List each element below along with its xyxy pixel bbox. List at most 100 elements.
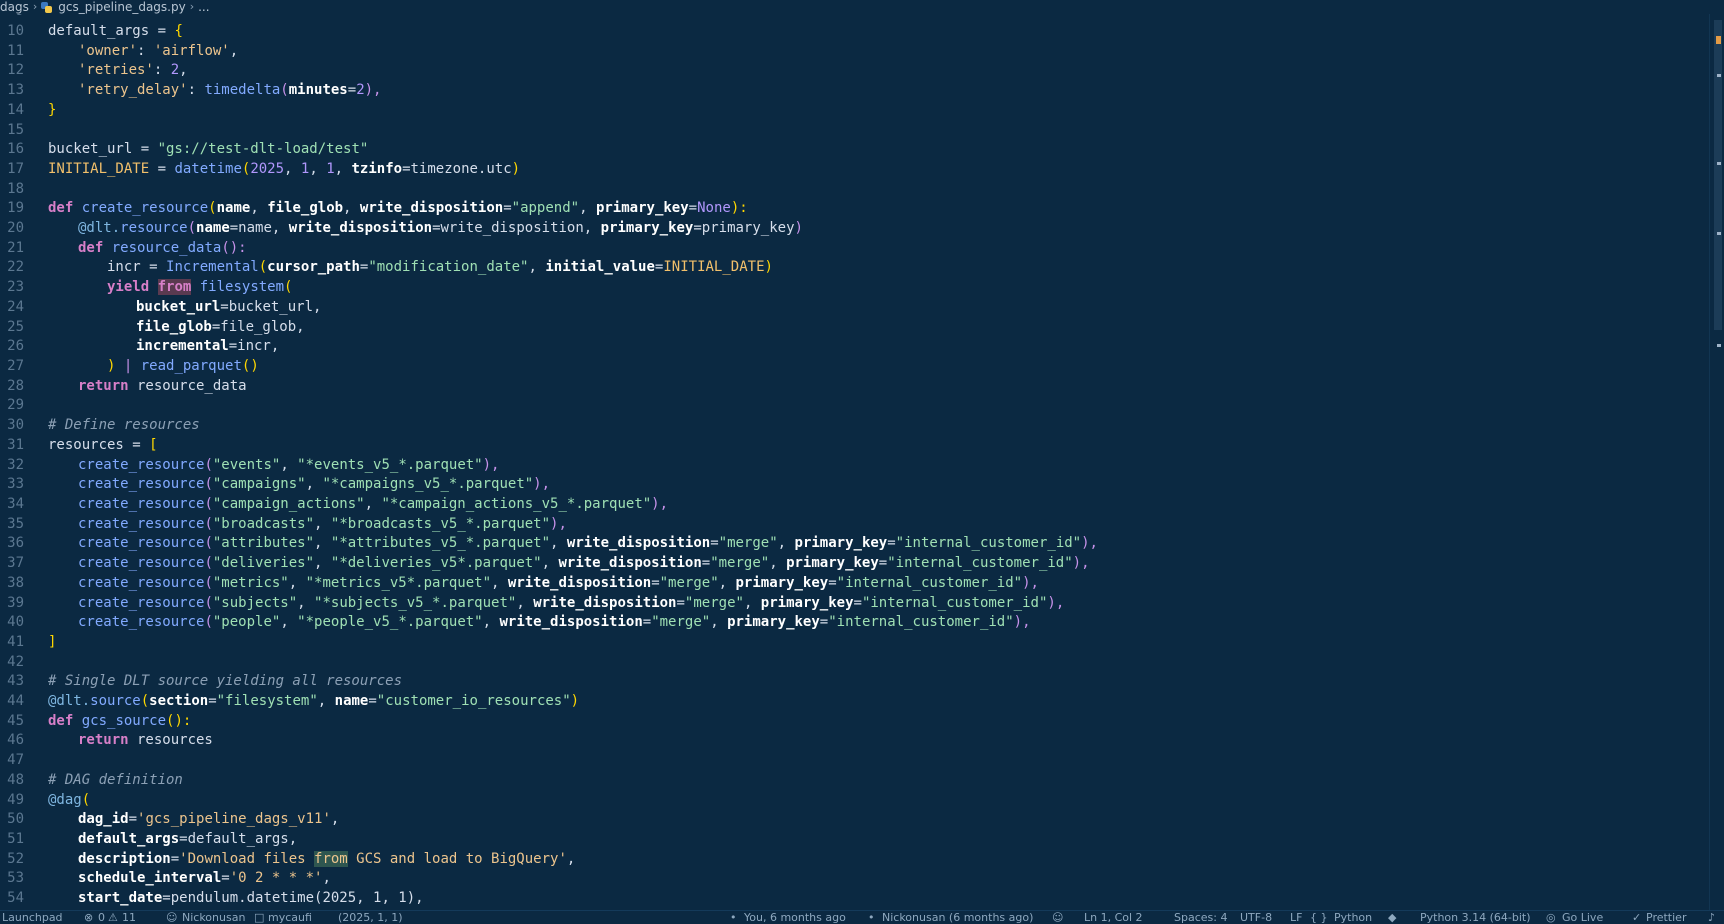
chevron-right-icon: › bbox=[32, 0, 38, 13]
editor-window: dags › gcs_pipeline_dags.py › ... 9 10de… bbox=[0, 0, 1724, 924]
line-ending[interactable]: LF bbox=[1290, 911, 1302, 924]
git-author[interactable]: Nickonusan (6 months ago) bbox=[882, 911, 1033, 924]
line-number: 28 bbox=[7, 378, 24, 394]
python-interpreter[interactable]: Python 3.14 (64-bit) bbox=[1420, 911, 1531, 924]
warnings-count[interactable]: 11 bbox=[122, 911, 136, 924]
line-number: 23 bbox=[7, 279, 24, 295]
breadcrumb-folder[interactable]: dags bbox=[0, 0, 29, 14]
line-number: 45 bbox=[7, 713, 24, 729]
line-number: 38 bbox=[7, 575, 24, 591]
line-number: 44 bbox=[7, 693, 24, 709]
line-number: 42 bbox=[7, 654, 24, 670]
go-live-button[interactable]: Go Live bbox=[1562, 911, 1603, 924]
line-number: 11 bbox=[7, 43, 24, 59]
line-number: 32 bbox=[7, 457, 24, 473]
smiley-icon: ☺ bbox=[1052, 911, 1064, 924]
commit-icon: • bbox=[868, 911, 875, 924]
code-line: 49 @dag( bbox=[0, 791, 1700, 811]
line-number: 49 bbox=[7, 792, 24, 808]
code-line: 19 def create_resource(name, file_glob, w… bbox=[0, 199, 1700, 219]
line-number: 15 bbox=[7, 122, 24, 138]
line-number: 20 bbox=[7, 220, 24, 236]
line-number: 34 bbox=[7, 496, 24, 512]
commit-icon: • bbox=[730, 911, 737, 924]
line-number: 17 bbox=[7, 161, 24, 177]
errors-count[interactable]: 0 bbox=[98, 911, 105, 924]
line-number: 54 bbox=[7, 890, 24, 906]
code-line: 13'retry_delay': timedelta(minutes=2), bbox=[0, 81, 1700, 101]
code-line: 54 start_date=pendulum.datetime(2025, 1, … bbox=[0, 889, 1700, 909]
code-line: 11'owner': 'airflow', bbox=[0, 42, 1700, 62]
vertical-scrollbar[interactable] bbox=[1709, 14, 1724, 910]
code-line: 9 bbox=[0, 14, 1700, 22]
line-number: 31 bbox=[7, 437, 24, 453]
cursor-marker bbox=[1716, 36, 1721, 44]
line-number: 47 bbox=[7, 752, 24, 768]
line-number: 26 bbox=[7, 338, 24, 354]
line-number: 21 bbox=[7, 240, 24, 256]
code-line: 16 bucket_url = "gs://test-dlt-load/test" bbox=[0, 140, 1700, 160]
line-number: 50 bbox=[7, 811, 24, 827]
code-line: 40 create_resource("people", "*people_v5_… bbox=[0, 613, 1700, 633]
code-line: 50 dag_id='gcs_pipeline_dags_v11', bbox=[0, 810, 1700, 830]
code-line: 22 incr = Incremental(cursor_path="modifi… bbox=[0, 258, 1700, 278]
breadcrumb-file[interactable]: gcs_pipeline_dags.py bbox=[58, 0, 185, 14]
breadcrumb-more[interactable]: ... bbox=[198, 0, 209, 14]
line-number: 39 bbox=[7, 595, 24, 611]
code-line: 51 default_args=default_args, bbox=[0, 830, 1700, 850]
breadcrumb: dags › gcs_pipeline_dags.py › ... bbox=[0, 0, 1724, 14]
language-mode[interactable]: Python bbox=[1334, 911, 1372, 924]
line-number: 52 bbox=[7, 851, 24, 867]
code-line: 35 create_resource("broadcasts", "*broadc… bbox=[0, 515, 1700, 535]
code-line: 23 yield from filesystem( bbox=[0, 278, 1700, 298]
line-number: 29 bbox=[7, 397, 24, 413]
python-file-icon bbox=[41, 1, 53, 13]
error-icon: ⊗ bbox=[84, 911, 94, 924]
code-line: 30 # Define resources bbox=[0, 416, 1700, 436]
line-number: 35 bbox=[7, 516, 24, 532]
code-line: 18 bbox=[0, 180, 1700, 200]
code-line: 47 bbox=[0, 751, 1700, 771]
code-line: 17 INITIAL_DATE = datetime(2025, 1, 1, tz… bbox=[0, 160, 1700, 180]
line-number: 30 bbox=[7, 417, 24, 433]
line-number: 13 bbox=[7, 82, 24, 98]
line-number: 18 bbox=[7, 181, 24, 197]
code-line: 46 return resources bbox=[0, 731, 1700, 751]
broadcast-icon: ◎ bbox=[1546, 911, 1556, 924]
scrollbar-thumb[interactable] bbox=[1714, 20, 1722, 330]
git-blame[interactable]: You, 6 months ago bbox=[744, 911, 846, 924]
cursor-position[interactable]: Ln 1, Col 2 bbox=[1084, 911, 1143, 924]
line-number: 48 bbox=[7, 772, 24, 788]
line-number: 51 bbox=[7, 831, 24, 847]
warning-icon: ⚠ bbox=[108, 911, 118, 924]
line-number: 36 bbox=[7, 535, 24, 551]
code-line: 31 resources = [ bbox=[0, 436, 1700, 456]
code-line: 43 # Single DLT source yielding all resou… bbox=[0, 672, 1700, 692]
code-line: 26 incremental=incr, bbox=[0, 337, 1700, 357]
launchpad-button[interactable]: Launchpad bbox=[2, 911, 63, 924]
file-encoding[interactable]: UTF-8 bbox=[1240, 911, 1272, 924]
user-name[interactable]: Nickonusan bbox=[182, 911, 245, 924]
code-line: 36 create_resource("attributes", "*attrib… bbox=[0, 534, 1700, 554]
code-line: 41] bbox=[0, 633, 1700, 653]
code-line: 52 description='Download files from GCS a… bbox=[0, 850, 1700, 870]
code-line: 44 @dlt.source(section="filesystem", name… bbox=[0, 692, 1700, 712]
code-line: 12'retries': 2, bbox=[0, 61, 1700, 81]
code-line: 28 return resource_data bbox=[0, 377, 1700, 397]
code-line: 21 def resource_data(): bbox=[0, 239, 1700, 259]
code-line: 37 create_resource("deliveries", "*delive… bbox=[0, 554, 1700, 574]
line-number: 14 bbox=[7, 102, 24, 118]
branch-name[interactable]: mycaufi bbox=[268, 911, 312, 924]
line-number: 37 bbox=[7, 555, 24, 571]
line-number: 22 bbox=[7, 259, 24, 275]
line-number: 19 bbox=[7, 200, 24, 216]
prettier-button[interactable]: Prettier bbox=[1646, 911, 1686, 924]
line-number: 43 bbox=[7, 673, 24, 689]
line-number: 25 bbox=[7, 319, 24, 335]
code-line: 48 # DAG definition bbox=[0, 771, 1700, 791]
code-line: 14} bbox=[0, 101, 1700, 121]
indentation[interactable]: Spaces: 4 bbox=[1174, 911, 1227, 924]
bell-icon[interactable]: ♪ bbox=[1708, 911, 1715, 924]
code-editor[interactable]: 9 10default_args = { 11'owner': 'airflow… bbox=[0, 14, 1710, 910]
line-number: 10 bbox=[7, 23, 24, 39]
